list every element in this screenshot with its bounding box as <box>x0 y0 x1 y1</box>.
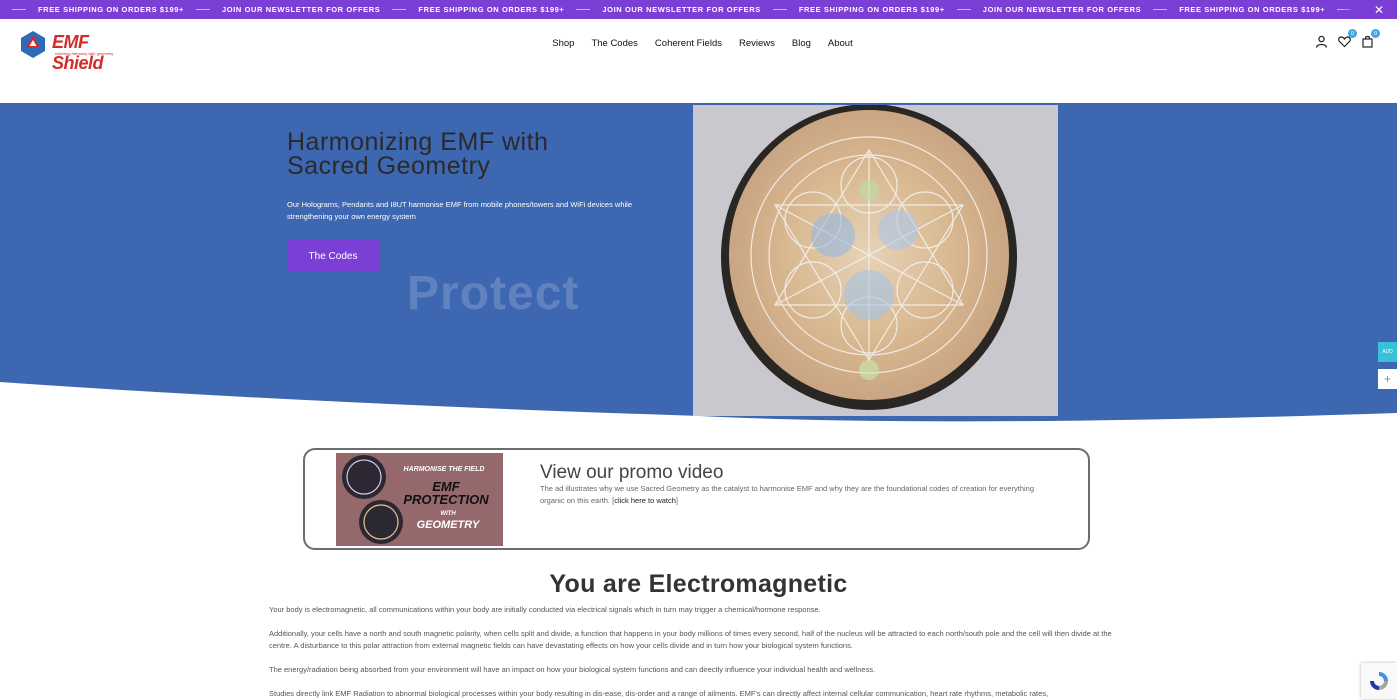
promo-description-end: ] <box>675 496 679 505</box>
promo-title: View our promo video <box>540 462 724 483</box>
user-icon <box>1315 35 1328 48</box>
hologram-product-image <box>693 105 1058 416</box>
marquee-divider <box>12 9 26 10</box>
promo-video-thumbnail[interactable]: HARMONISE THE FIELD EMF PROTECTION WITH … <box>336 453 503 546</box>
announcement-item: FREE SHIPPING ON ORDERS $199+ <box>1179 5 1326 14</box>
body-paragraph-1: Your body is electromagnetic, all commun… <box>269 605 821 614</box>
recaptcha-icon <box>1370 672 1388 690</box>
cart-count-badge: 0 <box>1371 29 1380 38</box>
cart-button[interactable]: 0 <box>1361 29 1380 48</box>
wishlist-count-badge: 0 <box>1348 29 1357 38</box>
announcement-item: FREE SHIPPING ON ORDERS $199+ <box>418 5 565 14</box>
recaptcha-badge[interactable] <box>1361 663 1397 699</box>
currency-switcher[interactable]: AUD <box>1378 342 1397 362</box>
marquee-divider <box>1153 9 1168 10</box>
the-codes-button[interactable]: The Codes <box>287 240 379 272</box>
body-paragraph-3: The energy/radiation being absorbed from… <box>269 665 876 674</box>
nav-reviews[interactable]: Reviews <box>739 38 775 49</box>
nav-blog[interactable]: Blog <box>792 38 811 49</box>
nav-coherent-fields[interactable]: Coherent Fields <box>655 38 722 49</box>
sacred-geometry-hologram-image <box>693 105 1058 416</box>
announcement-bar: FREE SHIPPING ON ORDERS $199+ JOIN OUR NE… <box>0 0 1397 19</box>
nav-the-codes[interactable]: The Codes <box>591 38 637 49</box>
thumbnail-line4: WITH <box>440 511 456 517</box>
header-icons: 0 0 <box>1315 29 1380 48</box>
thumbnail-line5: GEOMETRY <box>417 519 481 531</box>
marquee-divider <box>392 9 407 10</box>
marquee-divider <box>195 9 210 10</box>
section-title: You are Electromagnetic <box>549 570 848 598</box>
account-button[interactable] <box>1315 35 1328 48</box>
announcement-item: JOIN OUR NEWSLETTER FOR OFFERS <box>982 5 1142 14</box>
announcement-item: FREE SHIPPING ON ORDERS $199+ <box>798 5 945 14</box>
close-icon: ✕ <box>1373 2 1385 17</box>
marquee-divider <box>956 9 971 10</box>
marquee-divider <box>772 9 787 10</box>
expand-widget-button[interactable]: + <box>1378 369 1397 389</box>
hero-ghost-text: Protect <box>407 267 580 320</box>
announcement-marquee: FREE SHIPPING ON ORDERS $199+ JOIN OUR NE… <box>0 0 1397 19</box>
body-paragraph-4: Studies directly link EMF Radiation to a… <box>269 689 1049 698</box>
hero-description: Our Holograms, Pendants and I8UT harmoni… <box>287 200 633 221</box>
nav-about[interactable]: About <box>828 38 853 49</box>
watch-video-link[interactable]: click here to watch <box>614 496 676 505</box>
wishlist-button[interactable]: 0 <box>1338 29 1357 48</box>
marquee-divider <box>576 9 591 10</box>
emf-protection-thumbnail-image: HARMONISE THE FIELD EMF PROTECTION WITH … <box>336 453 503 546</box>
body-paragraph-2: Additionally, your cells have a north an… <box>269 629 1112 650</box>
thumbnail-line1: HARMONISE THE FIELD <box>404 466 485 473</box>
announcement-item: JOIN OUR NEWSLETTER FOR OFFERS <box>602 5 761 14</box>
nav-shop[interactable]: Shop <box>552 38 574 49</box>
site-header: EMF Shield restoring harmony with geomet… <box>0 19 1397 103</box>
announcement-item: FREE SHIPPING ON ORDERS $199+ <box>38 5 184 14</box>
announcement-item: JOIN OUR NEWSLETTER FOR OFFERS <box>221 5 381 14</box>
thumbnail-line3: PROTECTION <box>403 492 489 507</box>
hero-title: Harmonizing EMF with Sacred Geometry <box>287 128 549 180</box>
promo-video-card[interactable]: HARMONISE THE FIELD EMF PROTECTION WITH … <box>303 448 1090 550</box>
close-announcement-button[interactable]: ✕ <box>1341 0 1397 19</box>
plus-icon: + <box>1383 372 1391 386</box>
main-nav: Shop The Codes Coherent Fields Reviews B… <box>0 19 1397 67</box>
promo-description: The ad illustrates why we use Sacred Geo… <box>540 483 1040 507</box>
hero-section: Harmonizing EMF with Sacred Geometry Our… <box>0 103 1397 423</box>
